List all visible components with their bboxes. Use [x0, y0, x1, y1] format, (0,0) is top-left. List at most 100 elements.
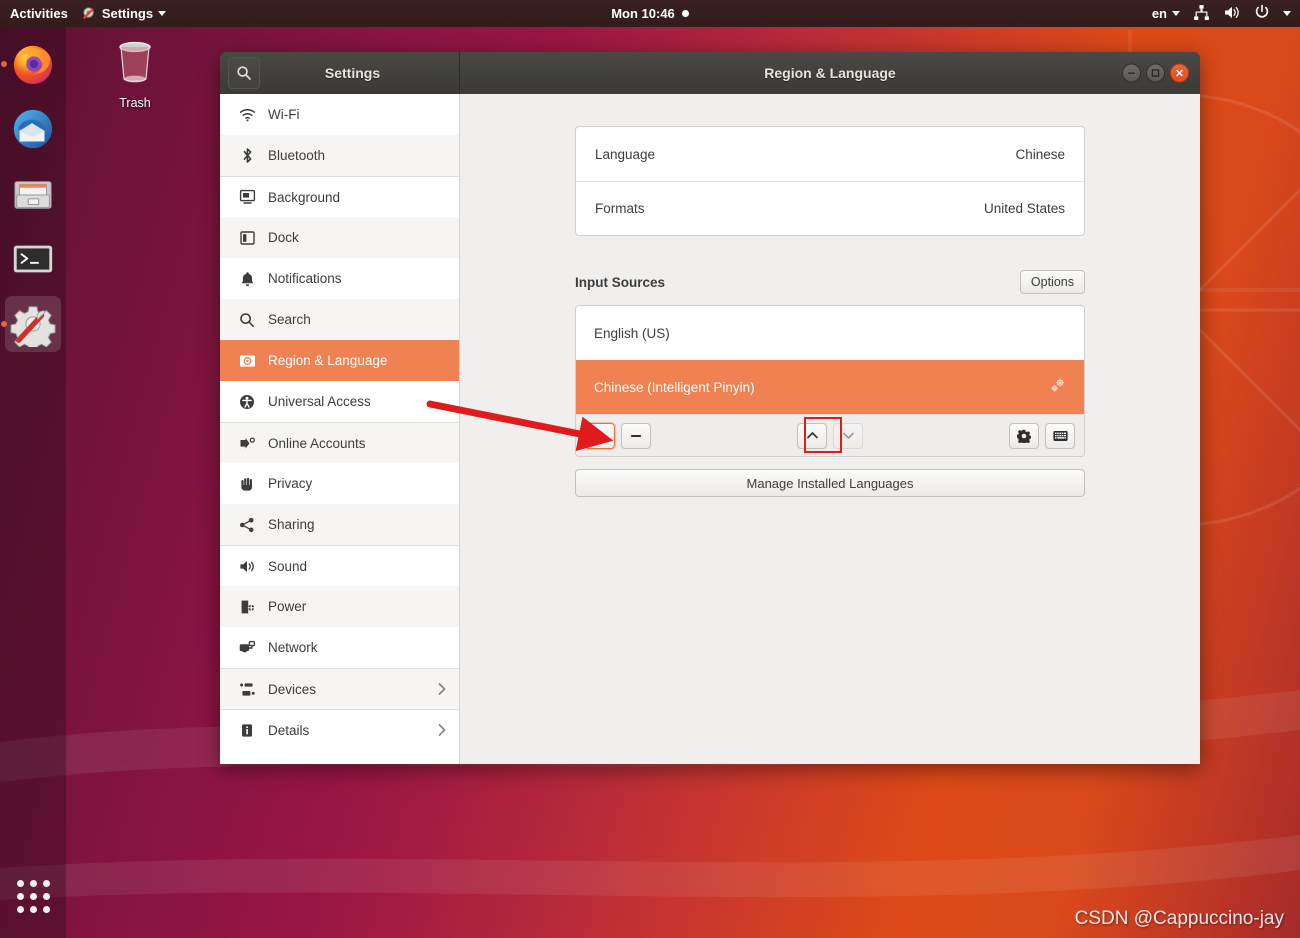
sidebar-item-label: Power — [268, 599, 307, 614]
sidebar-item-sound[interactable]: Sound — [220, 545, 459, 586]
row-label: Formats — [595, 201, 645, 216]
row-language[interactable]: Language Chinese — [576, 127, 1084, 181]
add-remove-group — [585, 422, 651, 449]
sidebar-item-label: Dock — [268, 230, 299, 245]
top-panel: Activities Settings Mon 10:46 en — [0, 0, 1300, 27]
search-icon — [238, 311, 256, 329]
sidebar-item-devices[interactable]: Devices — [220, 668, 459, 709]
sidebar-item-label: Devices — [268, 681, 317, 697]
move-down-button[interactable] — [833, 422, 863, 449]
sidebar-item-search[interactable]: Search — [220, 299, 459, 340]
sidebar-header-label: Settings — [324, 65, 381, 81]
activities-button[interactable]: Activities — [10, 6, 68, 21]
sidebar-item-label: Network — [268, 640, 318, 655]
source-settings-group — [1009, 422, 1075, 449]
input-source-english-us[interactable]: English (US) — [576, 306, 1084, 360]
accessibility-icon — [238, 393, 256, 411]
sidebar-item-power[interactable]: Power — [220, 586, 459, 627]
sidebar-item-network[interactable]: Network — [220, 627, 459, 668]
keyboard-layout-button[interactable] — [1045, 422, 1075, 449]
desktop-icon-trash[interactable]: Trash — [99, 38, 171, 110]
sidebar-item-label: Notifications — [268, 271, 342, 286]
sidebar-item-dock[interactable]: Dock — [220, 217, 459, 258]
region-language-panel: Language Chinese Formats United States I… — [460, 94, 1200, 764]
row-formats[interactable]: Formats United States — [576, 181, 1084, 235]
dock-icon — [238, 229, 256, 247]
row-label: Language — [595, 146, 656, 162]
region-language-icon — [238, 352, 256, 370]
settings-sidebar: Wi-Fi Bluetooth Background Dock Notifica… — [220, 94, 460, 764]
close-button[interactable] — [1170, 63, 1189, 83]
share-icon — [238, 516, 256, 534]
sidebar-item-label: Wi-Fi — [268, 107, 300, 122]
move-up-button[interactable] — [797, 422, 827, 449]
sidebar-item-universal-access[interactable]: Universal Access — [220, 381, 459, 422]
minimize-button[interactable] — [1122, 63, 1141, 83]
window-controls — [1122, 63, 1189, 83]
dock-item-files[interactable] — [5, 166, 61, 222]
sidebar-item-label: Background — [268, 189, 341, 205]
sidebar-item-online-accounts[interactable]: Online Accounts — [220, 422, 459, 463]
dock-item-terminal[interactable] — [5, 231, 61, 287]
add-input-source-button[interactable] — [585, 422, 615, 449]
settings-window: Settings Region & Language Wi-Fi Bluetoo… — [220, 52, 1200, 764]
power-icon[interactable] — [1254, 4, 1270, 23]
dock-item-firefox[interactable] — [1, 36, 61, 92]
bluetooth-icon — [238, 147, 256, 165]
sidebar-item-label: Search — [268, 312, 311, 327]
sidebar-item-privacy[interactable]: Privacy — [220, 463, 459, 504]
dock-item-thunderbird[interactable] — [5, 101, 61, 157]
window-body: Wi-Fi Bluetooth Background Dock Notifica… — [220, 94, 1200, 764]
content-panel: Language Chinese Formats United States I… — [575, 126, 1085, 497]
sidebar-item-notifications[interactable]: Notifications — [220, 258, 459, 299]
privacy-hand-icon — [238, 475, 256, 493]
chevron-right-icon — [437, 682, 447, 696]
keyboard-layout-label: en — [1151, 6, 1167, 21]
dock-item-settings[interactable] — [1, 296, 61, 352]
input-source-settings-button[interactable] — [1009, 422, 1039, 449]
sidebar-item-label: Privacy — [268, 476, 313, 491]
keyboard-layout-indicator[interactable]: en — [1152, 6, 1180, 21]
network-wired-icon[interactable] — [1193, 4, 1210, 24]
input-sources-title: Input Sources — [575, 274, 666, 290]
sidebar-item-details[interactable]: Details — [220, 709, 459, 750]
trash-label: Trash — [119, 96, 151, 110]
sidebar-item-label: Sharing — [268, 517, 315, 532]
sidebar-item-region-language[interactable]: Region & Language — [220, 340, 459, 381]
running-indicator — [1, 61, 7, 67]
thunderbird-icon — [13, 109, 53, 149]
bell-icon — [238, 270, 256, 288]
sidebar-item-label: Universal Access — [268, 394, 371, 409]
titlebar-main-section: Region & Language — [460, 52, 1200, 94]
wifi-icon — [238, 106, 256, 124]
preferences-gears-icon[interactable] — [1049, 377, 1066, 397]
sidebar-item-background[interactable]: Background — [220, 176, 459, 217]
sidebar-item-bluetooth[interactable]: Bluetooth — [220, 135, 459, 176]
chevron-down-icon[interactable] — [1283, 11, 1291, 16]
sidebar-item-wifi[interactable]: Wi-Fi — [220, 94, 459, 135]
manage-installed-languages-button[interactable]: Manage Installed Languages — [575, 469, 1085, 497]
recording-dot-icon — [681, 10, 689, 17]
language-card: Language Chinese Formats United States — [575, 126, 1085, 236]
app-menu-button[interactable]: Settings — [82, 6, 167, 21]
row-value: Chinese — [1015, 146, 1065, 162]
search-button[interactable] — [228, 57, 260, 89]
clock-button[interactable]: Mon 10:46 — [611, 6, 689, 21]
options-button[interactable]: Options — [1019, 269, 1085, 295]
chevron-down-icon — [1172, 11, 1180, 16]
panel-center: Mon 10:46 — [0, 6, 1300, 21]
sidebar-item-sharing[interactable]: Sharing — [220, 504, 459, 545]
clock-label: Mon 10:46 — [611, 6, 675, 21]
background-icon — [238, 188, 256, 206]
maximize-button[interactable] — [1146, 63, 1165, 83]
app-menu-label: Settings — [101, 6, 154, 21]
volume-high-icon[interactable] — [1223, 4, 1241, 24]
panel-right: en — [1152, 0, 1291, 27]
input-source-label: English (US) — [594, 325, 670, 341]
sidebar-item-label: Sound — [268, 558, 308, 574]
remove-input-source-button[interactable] — [621, 422, 651, 449]
window-titlebar[interactable]: Settings Region & Language — [220, 52, 1200, 94]
show-applications-button[interactable] — [5, 868, 61, 924]
files-icon — [14, 181, 52, 209]
input-source-chinese-pinyin[interactable]: Chinese (Intelligent Pinyin) — [576, 360, 1084, 414]
